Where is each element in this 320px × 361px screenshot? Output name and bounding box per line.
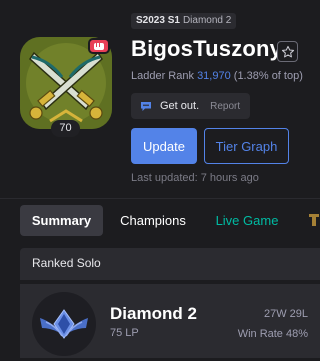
- tab-overflow-icon[interactable]: [307, 211, 320, 229]
- report-link[interactable]: Report: [210, 101, 240, 112]
- profile-tabs: Summary Champions Live Game: [0, 198, 320, 240]
- level-badge: 70: [51, 120, 80, 137]
- season-rank: Diamond 2: [182, 15, 232, 26]
- status-message: Get out.: [160, 100, 200, 112]
- tab-summary[interactable]: Summary: [20, 205, 103, 236]
- ladder-rank-link[interactable]: 31,970: [197, 70, 231, 82]
- ladder-rank-percent: (1.38% of top): [233, 70, 303, 82]
- league-points: 75 LP: [110, 327, 139, 339]
- rank-tier: Diamond 2: [110, 304, 197, 323]
- diamond-emblem-icon: [40, 309, 88, 339]
- chat-bubble-icon: [141, 101, 151, 111]
- tab-live-game[interactable]: Live Game: [206, 205, 288, 236]
- avatar-badge: [88, 38, 110, 54]
- win-rate: Win Rate 48%: [237, 328, 308, 340]
- update-button[interactable]: Update: [131, 128, 197, 164]
- tier-graph-button[interactable]: Tier Graph: [204, 128, 289, 164]
- fist-icon: [94, 43, 104, 50]
- rank-emblem: [32, 292, 96, 356]
- section-divider: [20, 280, 320, 284]
- win-loss-record: 27W 29L: [263, 308, 308, 320]
- ladder-rank-prefix: Ladder Rank: [131, 70, 194, 82]
- season-rank-chip: S2023 S1 Diamond 2: [131, 13, 237, 29]
- ladder-rank: Ladder Rank 31,970 (1.38% of top): [131, 70, 303, 82]
- profile-header: S2023 S1 Diamond 2 70 BigosTuszony Ladde…: [0, 0, 320, 196]
- status-message-box: Get out. Report: [131, 93, 250, 119]
- favorite-button[interactable]: [277, 41, 298, 62]
- last-updated: Last updated: 7 hours ago: [131, 172, 259, 184]
- star-icon: [281, 45, 294, 57]
- tab-champions[interactable]: Champions: [108, 205, 198, 236]
- season-label: S2023 S1: [136, 15, 180, 26]
- ranked-solo-title: Ranked Solo: [32, 256, 101, 270]
- summoner-name: BigosTuszony: [131, 36, 283, 61]
- ranked-solo-card: Ranked Solo Diamond 2 75 LP 27W 29L Win …: [20, 248, 320, 358]
